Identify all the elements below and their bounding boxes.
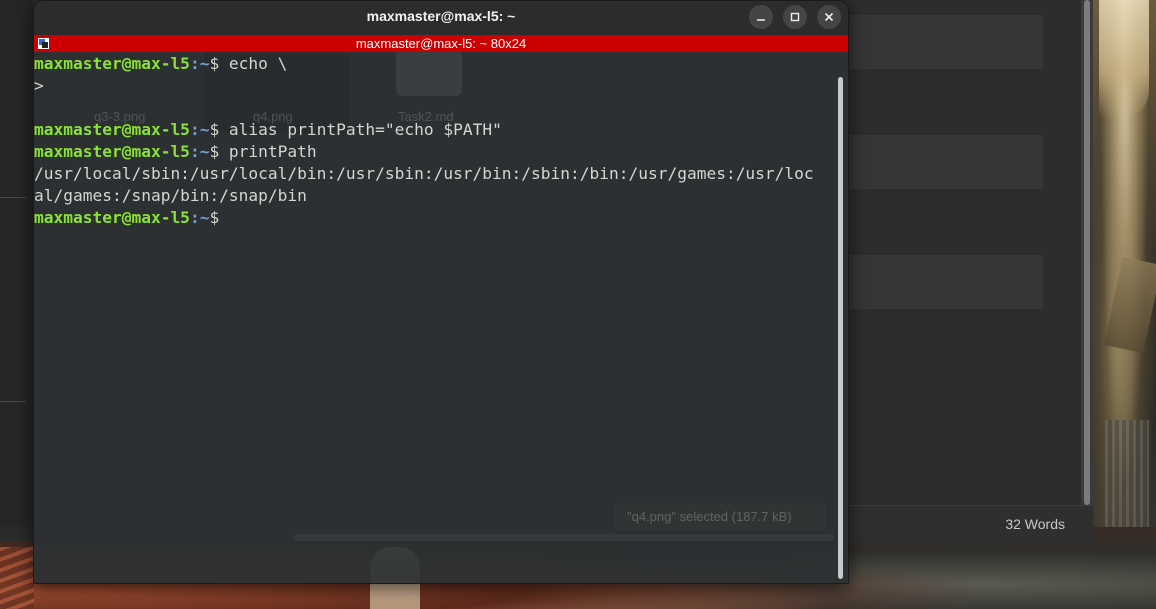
terminal-scrollbar[interactable] <box>838 77 843 579</box>
wallpaper-artwork-right <box>1093 0 1156 609</box>
sidebar-divider <box>0 401 26 402</box>
terminal-titlebar[interactable]: maxmaster@max-l5: ~ <box>34 1 848 35</box>
prompt-separator: : <box>189 208 200 227</box>
wallpaper-detail <box>1099 0 1149 120</box>
prompt-user-host: maxmaster@max-l5 <box>34 54 190 73</box>
sidebar-divider <box>0 197 26 198</box>
prompt-dollar: $ <box>209 120 220 139</box>
terminal-window[interactable]: q3-3.png q4.png Task2.md "q4.png" select… <box>33 0 849 584</box>
maximize-icon <box>790 12 800 22</box>
terminal-output[interactable]: maxmaster@max-l5:~$ echo \ > maxmaster@max… <box>34 52 834 583</box>
background-editor-pane[interactable] <box>846 0 1081 505</box>
terminal-command-line: maxmaster@max-l5:~$ alias printPath="ech… <box>34 119 834 141</box>
command-text: printPath <box>219 142 317 161</box>
editor-scrollbar-thumb[interactable] <box>1084 0 1090 505</box>
prompt-separator: : <box>189 54 200 73</box>
prompt-separator: : <box>189 142 200 161</box>
window-title: maxmaster@max-l5: ~ <box>366 8 516 24</box>
terminal-output-line: al/games:/snap/bin:/snap/bin <box>34 186 307 205</box>
minimize-button[interactable] <box>749 5 773 29</box>
wallpaper-detail <box>0 547 34 609</box>
terminal-output-line: > <box>34 76 44 95</box>
editor-content-block <box>849 255 1043 309</box>
minimize-icon <box>757 19 765 21</box>
prompt-user-host: maxmaster@max-l5 <box>34 142 190 161</box>
prompt-dollar: $ <box>209 208 220 227</box>
maximize-button[interactable] <box>783 5 807 29</box>
terminal-output-line: /usr/local/sbin:/usr/local/bin:/usr/sbin… <box>34 164 814 183</box>
prompt-separator: : <box>189 120 200 139</box>
terminal-command-line: maxmaster@max-l5:~$ printPath <box>34 141 834 163</box>
prompt-path: ~ <box>199 120 210 139</box>
prompt-path: ~ <box>199 54 210 73</box>
word-count: 32 Words <box>1005 516 1065 532</box>
prompt-path: ~ <box>199 208 210 227</box>
command-text: echo \ <box>219 54 288 73</box>
close-button[interactable] <box>817 5 841 29</box>
editor-content-block <box>849 15 1043 69</box>
prompt-user-host: maxmaster@max-l5 <box>34 208 190 227</box>
terminal-command-line: maxmaster@max-l5:~$ <box>34 207 834 229</box>
wallpaper-detail <box>1104 256 1156 354</box>
terminal-tab[interactable]: maxmaster@max-l5: ~ 80x24 <box>34 35 848 52</box>
prompt-path: ~ <box>199 142 210 161</box>
editor-statusbar: 32 Words <box>846 505 1093 542</box>
prompt-user-host: maxmaster@max-l5 <box>34 120 190 139</box>
terminal-command-line: maxmaster@max-l5:~$ echo \ <box>34 53 834 75</box>
editor-content-block <box>849 135 1043 189</box>
tab-title: maxmaster@max-l5: ~ 80x24 <box>355 36 527 51</box>
prompt-dollar: $ <box>209 54 220 73</box>
editor-scrollbar[interactable] <box>1081 0 1093 505</box>
background-sidebar <box>0 0 33 527</box>
command-text: alias printPath="echo $PATH" <box>219 120 502 139</box>
close-icon <box>824 12 834 22</box>
prompt-dollar: $ <box>209 142 220 161</box>
